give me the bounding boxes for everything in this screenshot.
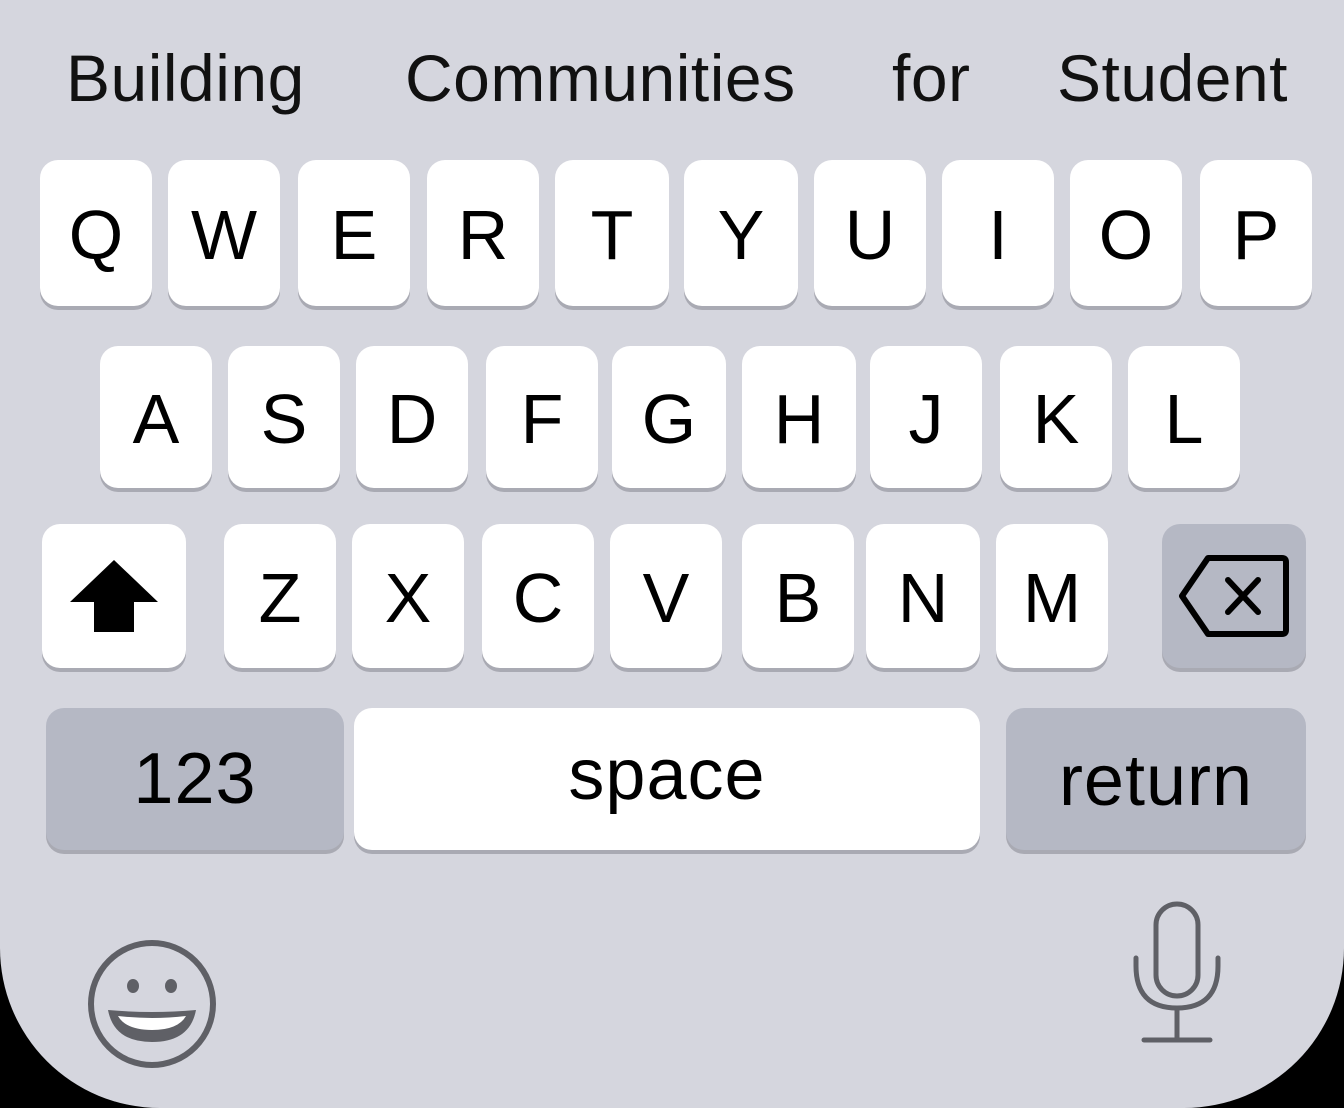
key-label: P bbox=[1232, 196, 1280, 274]
key-x[interactable]: X bbox=[352, 524, 464, 668]
key-label: D bbox=[386, 380, 438, 458]
shift-arrow-icon bbox=[70, 560, 158, 632]
key-label: L bbox=[1164, 380, 1204, 458]
key-label: K bbox=[1032, 380, 1080, 458]
key-label: V bbox=[642, 559, 690, 637]
key-r[interactable]: R bbox=[427, 160, 539, 306]
suggestion-2[interactable]: Communities bbox=[405, 36, 796, 120]
key-d[interactable]: D bbox=[356, 346, 468, 488]
key-i[interactable]: I bbox=[942, 160, 1054, 306]
key-c[interactable]: C bbox=[482, 524, 594, 668]
key-f[interactable]: F bbox=[486, 346, 598, 488]
space-key[interactable]: space bbox=[354, 708, 980, 850]
key-label: Q bbox=[68, 196, 124, 274]
key-label: E bbox=[330, 196, 378, 274]
key-label: H bbox=[773, 380, 825, 458]
key-label: M bbox=[1022, 559, 1082, 637]
key-label: W bbox=[190, 196, 258, 274]
key-h[interactable]: H bbox=[742, 346, 856, 488]
keyboard: Building Communities for Student Q W E R… bbox=[0, 0, 1344, 1108]
key-label: J bbox=[908, 380, 944, 458]
key-o[interactable]: O bbox=[1070, 160, 1182, 306]
key-v[interactable]: V bbox=[610, 524, 722, 668]
key-t[interactable]: T bbox=[555, 160, 669, 306]
suggestion-3[interactable]: for bbox=[892, 36, 971, 120]
key-label: N bbox=[897, 559, 949, 637]
key-u[interactable]: U bbox=[814, 160, 926, 306]
key-label: Y bbox=[717, 196, 765, 274]
numbers-key[interactable]: 123 bbox=[46, 708, 344, 850]
key-label: R bbox=[457, 196, 509, 274]
key-label: O bbox=[1098, 196, 1154, 274]
key-a[interactable]: A bbox=[100, 346, 212, 488]
key-label: G bbox=[641, 380, 697, 458]
key-b[interactable]: B bbox=[742, 524, 854, 668]
key-label: B bbox=[774, 559, 822, 637]
key-label: U bbox=[844, 196, 896, 274]
key-m[interactable]: M bbox=[996, 524, 1108, 668]
return-key-label: return bbox=[1058, 741, 1254, 821]
backspace-icon bbox=[1179, 555, 1289, 637]
key-label: Z bbox=[258, 559, 302, 637]
key-z[interactable]: Z bbox=[224, 524, 336, 668]
key-g[interactable]: G bbox=[612, 346, 726, 488]
shift-key[interactable] bbox=[42, 524, 186, 668]
key-label: T bbox=[590, 196, 634, 274]
key-label: S bbox=[260, 380, 308, 458]
key-e[interactable]: E bbox=[298, 160, 410, 306]
key-l[interactable]: L bbox=[1128, 346, 1240, 488]
emoji-smiley-icon bbox=[88, 940, 216, 1068]
key-s[interactable]: S bbox=[228, 346, 340, 488]
key-k[interactable]: K bbox=[1000, 346, 1112, 488]
key-label: C bbox=[512, 559, 564, 637]
return-key[interactable]: return bbox=[1006, 708, 1306, 850]
suggestion-4[interactable]: Student bbox=[1057, 36, 1288, 120]
key-w[interactable]: W bbox=[168, 160, 280, 306]
backspace-key[interactable] bbox=[1162, 524, 1306, 668]
key-q[interactable]: Q bbox=[40, 160, 152, 306]
numbers-key-label: 123 bbox=[133, 739, 257, 819]
dictation-button[interactable] bbox=[1130, 900, 1224, 1044]
key-label: I bbox=[988, 196, 1008, 274]
key-label: X bbox=[384, 559, 432, 637]
microphone-icon bbox=[1133, 901, 1221, 1043]
key-label: A bbox=[132, 380, 180, 458]
emoji-button[interactable] bbox=[86, 938, 218, 1070]
key-p[interactable]: P bbox=[1200, 160, 1312, 306]
key-label: F bbox=[520, 380, 564, 458]
suggestion-1[interactable]: Building bbox=[66, 36, 305, 120]
key-n[interactable]: N bbox=[866, 524, 980, 668]
key-y[interactable]: Y bbox=[684, 160, 798, 306]
key-j[interactable]: J bbox=[870, 346, 982, 488]
space-key-label: space bbox=[568, 735, 766, 815]
